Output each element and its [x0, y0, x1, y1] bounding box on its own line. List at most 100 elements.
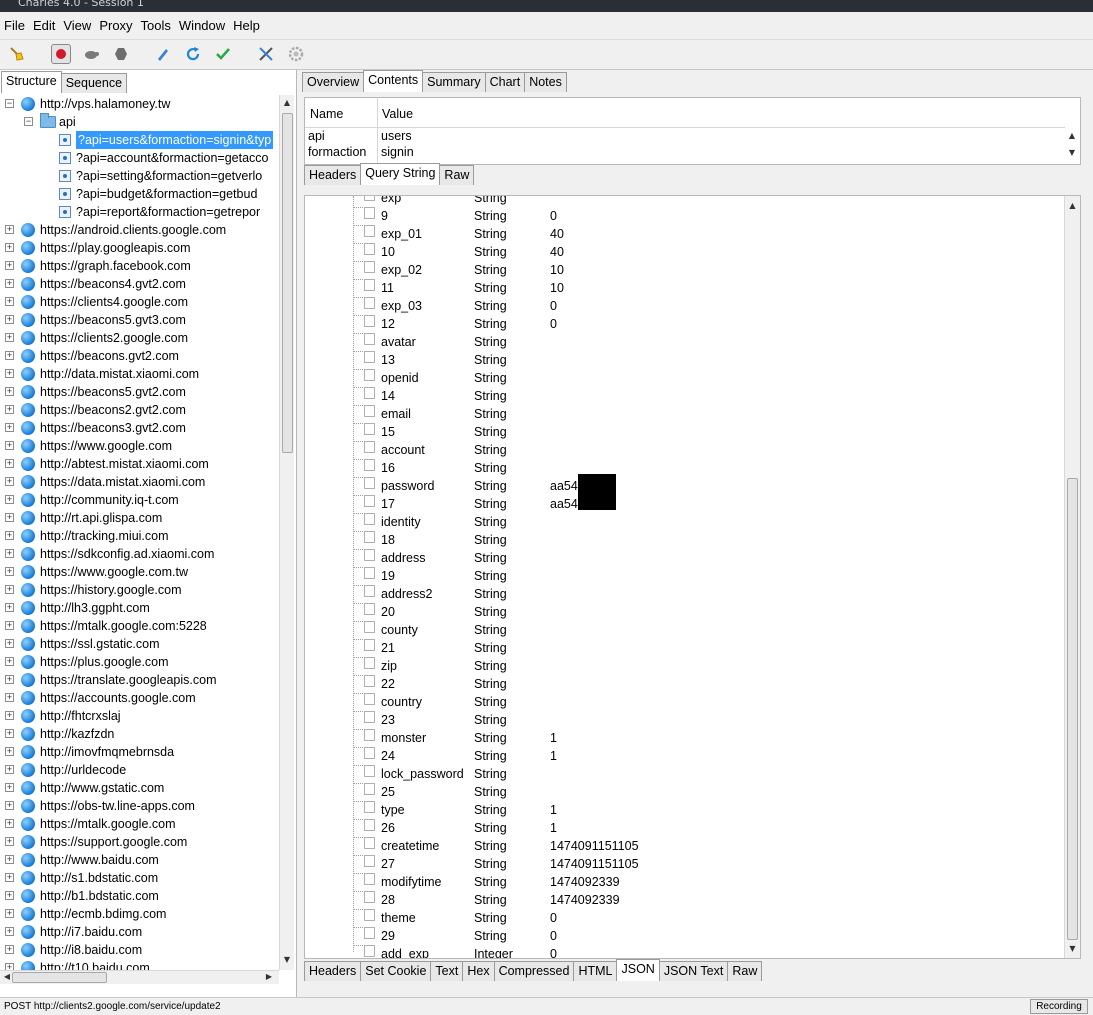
tree-request-item[interactable]: ?api=report&formaction=getrepor	[0, 203, 278, 221]
expand-icon[interactable]: +	[5, 891, 14, 900]
expand-icon[interactable]: +	[5, 261, 14, 270]
broom-icon[interactable]	[7, 44, 27, 64]
expand-icon[interactable]: +	[5, 765, 14, 774]
json-node-row[interactable]: theme String 0	[305, 909, 1065, 927]
scroll-up-arrow-icon[interactable]: ▲	[1065, 201, 1080, 210]
expand-icon[interactable]: +	[5, 819, 14, 828]
expand-icon[interactable]: +	[5, 603, 14, 612]
tree-horizontal-scrollbar[interactable]: ◀ ▶	[0, 970, 279, 984]
response-tab-json[interactable]: JSON	[616, 959, 660, 981]
scroll-up-arrow-icon[interactable]: ▲	[1064, 131, 1080, 140]
query-table-scrollbar[interactable]: ▲ ▼	[1064, 128, 1080, 164]
json-node-row[interactable]: account String	[305, 441, 1065, 459]
expand-icon[interactable]: +	[5, 567, 14, 576]
expand-icon[interactable]: +	[5, 495, 14, 504]
collapse-icon[interactable]: −	[24, 117, 33, 126]
tree-host-item[interactable]: + https://translate.googleapis.com	[0, 671, 278, 689]
tree-host-item[interactable]: + https://www.google.com	[0, 437, 278, 455]
tab-chart[interactable]: Chart	[484, 72, 526, 92]
expand-icon[interactable]: +	[5, 945, 14, 954]
json-node-row[interactable]: 15 String	[305, 423, 1065, 441]
tree-host-item[interactable]: + http://ecmb.bdimg.com	[0, 905, 278, 923]
tree-host-item[interactable]: + https://ssl.gstatic.com	[0, 635, 278, 653]
menu-tools[interactable]: Tools	[141, 18, 171, 33]
json-node-row[interactable]: add_exp Integer 0	[305, 945, 1065, 958]
json-node-row[interactable]: createtime String 1474091151105	[305, 837, 1065, 855]
response-tab-json-text[interactable]: JSON Text	[658, 961, 729, 981]
tree-host-item[interactable]: + http://kazfzdn	[0, 725, 278, 743]
json-node-row[interactable]: monster String 1	[305, 729, 1065, 747]
response-tab-set-cookie[interactable]: Set Cookie	[360, 961, 432, 981]
tree-host-item[interactable]: + https://beacons3.gvt2.com	[0, 419, 278, 437]
json-node-row[interactable]: type String 1	[305, 801, 1065, 819]
tree-host-item[interactable]: + https://mtalk.google.com:5228	[0, 617, 278, 635]
json-node-row[interactable]: identity String	[305, 513, 1065, 531]
tree-host-item[interactable]: + https://history.google.com	[0, 581, 278, 599]
json-node-row[interactable]: 16 String	[305, 459, 1065, 477]
expand-icon[interactable]: +	[5, 711, 14, 720]
tree-host-item[interactable]: + https://sdkconfig.ad.xiaomi.com	[0, 545, 278, 563]
tree-host-item[interactable]: + https://data.mistat.xiaomi.com	[0, 473, 278, 491]
json-node-row[interactable]: 19 String	[305, 567, 1065, 585]
json-node-row[interactable]: openid String	[305, 369, 1065, 387]
tree-request-item[interactable]: ?api=users&formaction=signin&typ	[0, 131, 278, 149]
tree-host-item[interactable]: + http://imovfmqmebrnsda	[0, 743, 278, 761]
json-node-row[interactable]: address String	[305, 549, 1065, 567]
repeat-icon[interactable]	[183, 44, 203, 64]
json-node-row[interactable]: modifytime String 1474092339	[305, 873, 1065, 891]
menu-help[interactable]: Help	[233, 18, 260, 33]
request-tab-query-string[interactable]: Query String	[360, 163, 441, 185]
tab-notes[interactable]: Notes	[524, 72, 567, 92]
tree-host-item[interactable]: + http://t10.baidu.com	[0, 959, 278, 970]
response-tab-text[interactable]: Text	[430, 961, 464, 981]
tree-host-item[interactable]: + https://clients4.google.com	[0, 293, 278, 311]
expand-icon[interactable]: +	[5, 585, 14, 594]
expand-icon[interactable]: +	[5, 927, 14, 936]
record-icon[interactable]	[51, 44, 71, 64]
column-header-value[interactable]: Value	[382, 107, 413, 121]
tree-host-item[interactable]: + http://s1.bdstatic.com	[0, 869, 278, 887]
expand-icon[interactable]: +	[5, 729, 14, 738]
tree-host-item[interactable]: + http://data.mistat.xiaomi.com	[0, 365, 278, 383]
expand-icon[interactable]: +	[5, 531, 14, 540]
expand-icon[interactable]: +	[5, 369, 14, 378]
validate-check-icon[interactable]	[213, 44, 233, 64]
json-node-row[interactable]: county String	[305, 621, 1065, 639]
expand-icon[interactable]: +	[5, 837, 14, 846]
expand-icon[interactable]: +	[5, 459, 14, 468]
json-scroll-thumb[interactable]	[1067, 478, 1078, 940]
json-node-row[interactable]: 17 String aa54	[305, 495, 1065, 513]
tree-host-item[interactable]: + http://lh3.ggpht.com	[0, 599, 278, 617]
menu-proxy[interactable]: Proxy	[99, 18, 132, 33]
response-tab-compressed[interactable]: Compressed	[493, 961, 575, 981]
scroll-right-arrow-icon[interactable]: ▶	[265, 972, 273, 981]
expand-icon[interactable]: +	[5, 297, 14, 306]
tree-host-item[interactable]: + https://beacons.gvt2.com	[0, 347, 278, 365]
response-tab-hex[interactable]: Hex	[462, 961, 495, 981]
scroll-down-arrow-icon[interactable]: ▼	[1064, 148, 1080, 157]
expand-icon[interactable]: +	[5, 873, 14, 882]
settings-gear-icon[interactable]	[286, 44, 306, 64]
expand-icon[interactable]: +	[5, 963, 14, 970]
expand-icon[interactable]: +	[5, 477, 14, 486]
json-node-row[interactable]: zip String	[305, 657, 1065, 675]
json-node-row[interactable]: 14 String	[305, 387, 1065, 405]
expand-icon[interactable]: +	[5, 855, 14, 864]
tree-host-item[interactable]: + https://graph.facebook.com	[0, 257, 278, 275]
tab-structure[interactable]: Structure	[1, 71, 62, 93]
json-node-row[interactable]: 23 String	[305, 711, 1065, 729]
expand-icon[interactable]: +	[5, 315, 14, 324]
tree-host-item[interactable]: + http://i8.baidu.com	[0, 941, 278, 959]
json-node-row[interactable]: avatar String	[305, 333, 1065, 351]
tree-host-item[interactable]: + http://rt.api.glispa.com	[0, 509, 278, 527]
response-tab-html[interactable]: HTML	[573, 961, 618, 981]
scroll-left-arrow-icon[interactable]: ◀	[3, 972, 11, 981]
expand-icon[interactable]: +	[5, 513, 14, 522]
expand-icon[interactable]: +	[5, 909, 14, 918]
tree-host-item[interactable]: + https://www.google.com.tw	[0, 563, 278, 581]
tree-host-item[interactable]: + https://beacons4.gvt2.com	[0, 275, 278, 293]
throttle-turtle-icon[interactable]	[81, 44, 101, 64]
breakpoint-hexagon-icon[interactable]	[111, 44, 131, 64]
table-row[interactable]: api users	[305, 128, 1062, 144]
tab-sequence[interactable]: Sequence	[60, 73, 128, 93]
